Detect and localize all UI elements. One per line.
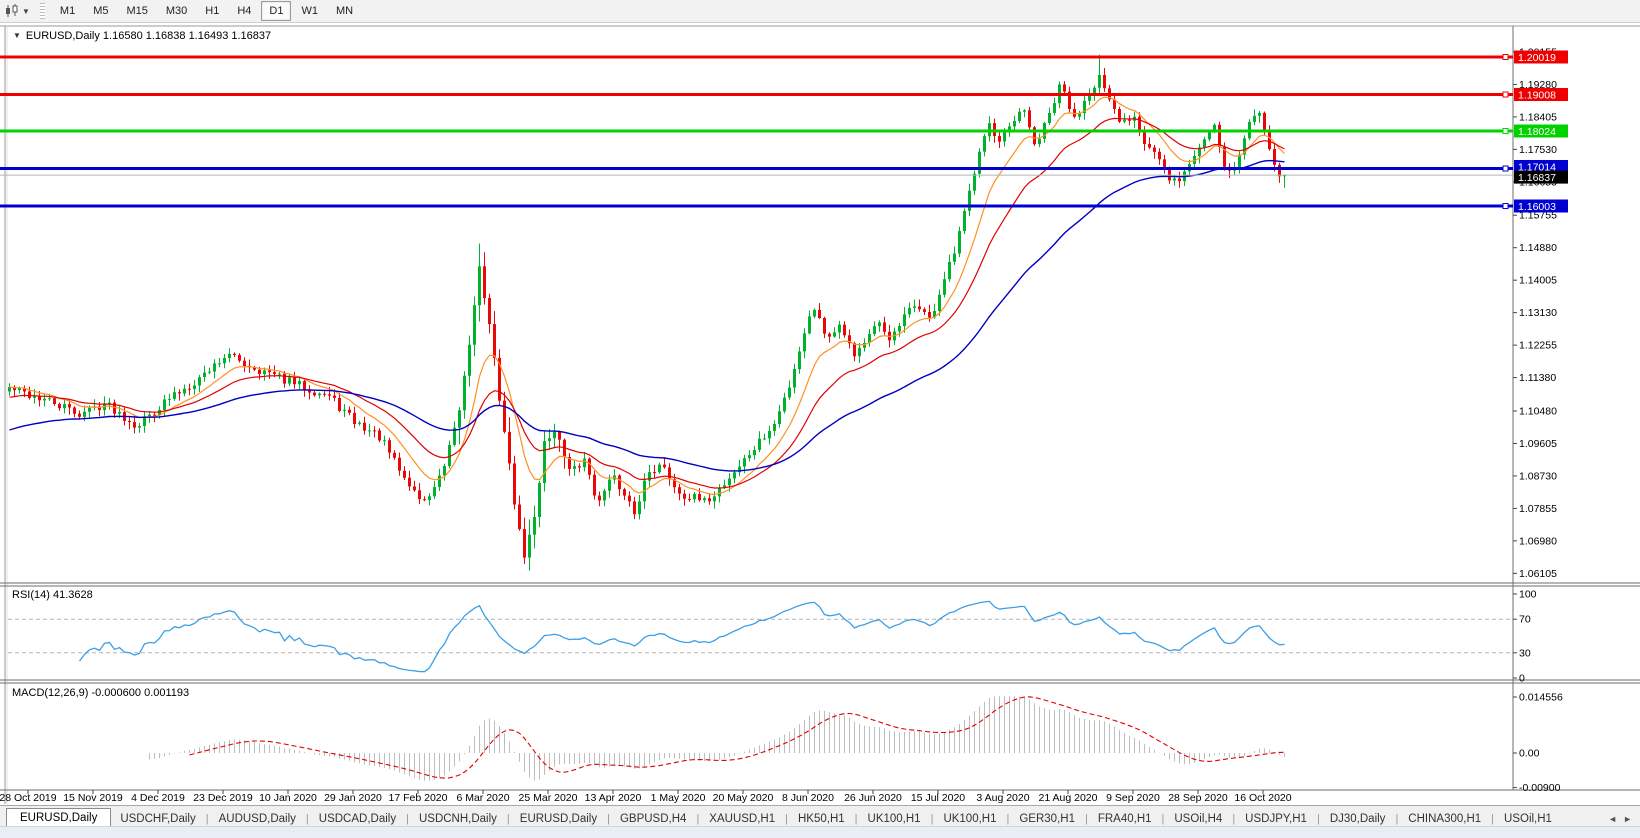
chart-tab-uk100-h1[interactable]: UK100,H1 [859, 810, 930, 827]
trading-terminal-window: ▼ M1M5M15M30H1H4D1W1MN 1.201551.192801.1… [0, 0, 1640, 838]
svg-text:23 Dec 2019: 23 Dec 2019 [193, 792, 253, 804]
period-button-W1[interactable]: W1 [293, 1, 326, 21]
svg-text:-0.00900: -0.00900 [1519, 782, 1561, 794]
period-buttons-group: M1M5M15M30H1H4D1W1MN [51, 0, 362, 22]
chevron-down-icon[interactable]: ▼ [22, 7, 30, 16]
svg-text:0.014556: 0.014556 [1519, 692, 1563, 704]
svg-text:1.18405: 1.18405 [1519, 111, 1557, 123]
svg-text:0.00: 0.00 [1519, 748, 1540, 760]
chart-tab-usoil-h1[interactable]: USOil,H1 [1495, 810, 1561, 827]
period-button-H1[interactable]: H1 [197, 1, 227, 21]
svg-text:1.09605: 1.09605 [1519, 438, 1557, 450]
svg-text:10 Jan 2020: 10 Jan 2020 [259, 792, 317, 804]
period-button-M5[interactable]: M5 [85, 1, 116, 21]
chart-tabs: EURUSD,DailyUSDCHF,Daily|AUDUSD,Daily|US… [0, 808, 1561, 827]
svg-text:29 Jan 2020: 29 Jan 2020 [324, 792, 382, 804]
svg-text:9 Sep 2020: 9 Sep 2020 [1106, 792, 1160, 804]
chart-tab-usdjpy-h1[interactable]: USDJPY,H1 [1236, 810, 1316, 827]
toolbar-grip[interactable] [40, 3, 45, 19]
price-tag-1.18024: 1.18024 [1514, 125, 1568, 139]
period-button-H4[interactable]: H4 [229, 1, 259, 21]
svg-text:16 Oct 2020: 16 Oct 2020 [1234, 792, 1291, 804]
scroll-left-icon[interactable]: ◄ [1608, 814, 1617, 824]
svg-text:1.16003: 1.16003 [1518, 201, 1556, 213]
svg-text:1.20019: 1.20019 [1518, 52, 1556, 64]
chart-title-text: EURUSD,Daily 1.16580 1.16838 1.16493 1.1… [26, 30, 271, 42]
chart-tab-uk100-h1[interactable]: UK100,H1 [934, 810, 1005, 827]
svg-text:8 Jun 2020: 8 Jun 2020 [782, 792, 834, 804]
svg-text:1.06980: 1.06980 [1519, 535, 1557, 547]
svg-text:17 Feb 2020: 17 Feb 2020 [389, 792, 448, 804]
chart-tab-usdchf-daily[interactable]: USDCHF,Daily [111, 810, 204, 827]
svg-text:6 Mar 2020: 6 Mar 2020 [456, 792, 509, 804]
chart-tab-bar: EURUSD,DailyUSDCHF,Daily|AUDUSD,Daily|US… [0, 805, 1640, 827]
chart-tab-usoil-h4[interactable]: USOil,H4 [1165, 810, 1231, 827]
chart-tab-ger30-h1[interactable]: GER30,H1 [1010, 810, 1084, 827]
period-button-D1[interactable]: D1 [261, 1, 291, 21]
svg-text:26 Jun 2020: 26 Jun 2020 [844, 792, 902, 804]
status-strip [0, 826, 1640, 838]
period-button-M30[interactable]: M30 [158, 1, 195, 21]
svg-text:15 Jul 2020: 15 Jul 2020 [911, 792, 965, 804]
scroll-right-icon[interactable]: ► [1623, 814, 1632, 824]
svg-text:28 Sep 2020: 28 Sep 2020 [1168, 792, 1228, 804]
svg-text:0: 0 [1519, 673, 1525, 685]
chart-tab-usdcad-daily[interactable]: USDCAD,Daily [310, 810, 405, 827]
svg-text:1.06105: 1.06105 [1519, 568, 1557, 580]
chart-title: ▼ EURUSD,Daily 1.16580 1.16838 1.16493 1.… [13, 30, 271, 42]
timeframe-toolbar: ▼ M1M5M15M30H1H4D1W1MN [0, 0, 1640, 23]
svg-text:1.14005: 1.14005 [1519, 275, 1557, 287]
svg-text:30: 30 [1519, 647, 1531, 659]
svg-text:1.19008: 1.19008 [1518, 90, 1556, 102]
chart-tab-gbpusd-h4[interactable]: GBPUSD,H4 [611, 810, 695, 827]
candlestick-chart-icon[interactable] [3, 3, 21, 19]
svg-text:1.11380: 1.11380 [1519, 372, 1556, 384]
svg-text:1.18024: 1.18024 [1518, 126, 1556, 138]
chart-tab-fra40-h1[interactable]: FRA40,H1 [1089, 810, 1161, 827]
svg-text:1 May 2020: 1 May 2020 [651, 792, 706, 804]
svg-text:28 Oct 2019: 28 Oct 2019 [0, 792, 57, 804]
svg-text:1.12255: 1.12255 [1519, 340, 1557, 352]
chart-tab-eurusd-daily[interactable]: EURUSD,Daily [511, 810, 606, 827]
period-button-MN[interactable]: MN [328, 1, 361, 21]
collapse-arrow-icon[interactable]: ▼ [13, 31, 21, 40]
svg-text:1.08730: 1.08730 [1519, 470, 1557, 482]
price-tag-1.16003: 1.16003 [1514, 200, 1568, 214]
svg-text:4 Dec 2019: 4 Dec 2019 [131, 792, 185, 804]
chart-tab-dj30-daily[interactable]: DJ30,Daily [1321, 810, 1395, 827]
rsi-indicator-label: RSI(14) 41.3628 [12, 589, 93, 601]
chart-canvas[interactable]: 1.201551.192801.184051.175301.166551.157… [0, 0, 1640, 838]
chart-tab-china300-h1[interactable]: CHINA300,H1 [1399, 810, 1490, 827]
macd-indicator-label: MACD(12,26,9) -0.000600 0.001193 [12, 687, 189, 699]
svg-text:70: 70 [1519, 614, 1531, 626]
svg-text:21 Aug 2020: 21 Aug 2020 [1039, 792, 1098, 804]
svg-text:3 Aug 2020: 3 Aug 2020 [976, 792, 1029, 804]
period-button-M1[interactable]: M1 [52, 1, 83, 21]
svg-text:1.07855: 1.07855 [1519, 503, 1557, 515]
svg-text:100: 100 [1519, 589, 1537, 601]
price-tag-1.20019: 1.20019 [1514, 51, 1568, 65]
chart-tab-usdcnh-daily[interactable]: USDCNH,Daily [410, 810, 506, 827]
chart-tab-audusd-daily[interactable]: AUDUSD,Daily [210, 810, 305, 827]
price-tag-current: 1.16837 [1514, 171, 1568, 185]
price-tag-1.19008: 1.19008 [1514, 88, 1568, 102]
svg-text:13 Apr 2020: 13 Apr 2020 [585, 792, 642, 804]
chart-tab-xauusd-h1[interactable]: XAUUSD,H1 [700, 810, 784, 827]
svg-text:1.13130: 1.13130 [1519, 307, 1557, 319]
period-button-M15[interactable]: M15 [118, 1, 155, 21]
chart-tab-hk50-h1[interactable]: HK50,H1 [789, 810, 854, 827]
svg-text:1.10480: 1.10480 [1519, 405, 1557, 417]
svg-text:20 May 2020: 20 May 2020 [713, 792, 774, 804]
svg-text:1.16837: 1.16837 [1518, 172, 1556, 184]
svg-text:1.14880: 1.14880 [1519, 242, 1557, 254]
svg-text:15 Nov 2019: 15 Nov 2019 [63, 792, 123, 804]
svg-text:1.17530: 1.17530 [1519, 144, 1557, 156]
chart-tab-eurusd-daily[interactable]: EURUSD,Daily [6, 808, 111, 827]
svg-text:25 Mar 2020: 25 Mar 2020 [519, 792, 578, 804]
